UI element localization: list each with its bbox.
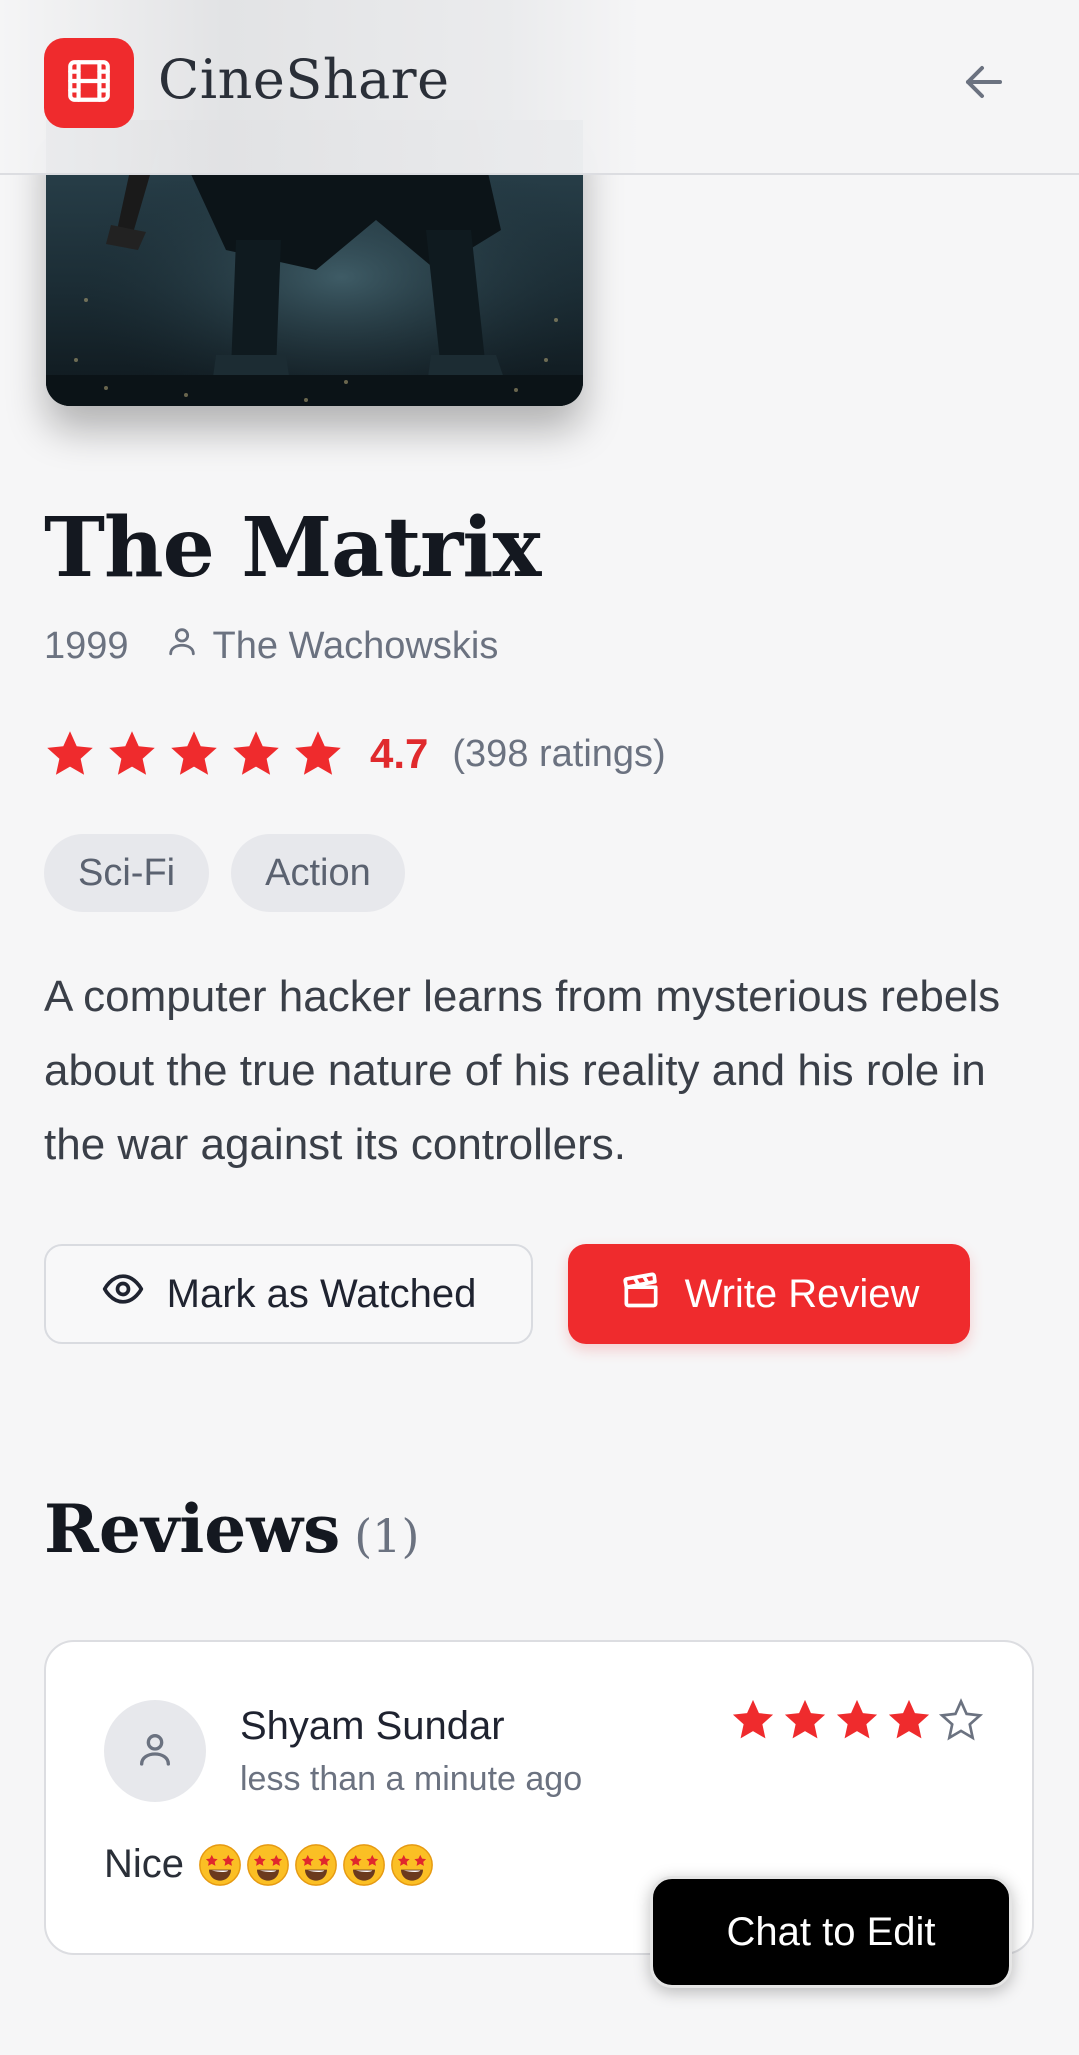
star-filled-icon: [784, 1699, 826, 1739]
movie-meta: 1999 The Wachowskis: [44, 624, 498, 668]
write-review-button[interactable]: Write Review: [568, 1244, 970, 1344]
star-struck-emoji-icon: [295, 1843, 337, 1886]
reviews-title: Reviews: [44, 1490, 341, 1568]
review-timestamp: less than a minute ago: [240, 1760, 583, 1798]
reviewer-name: Shyam Sundar: [240, 1704, 505, 1748]
mark-watched-label: Mark as Watched: [166, 1271, 477, 1316]
rating-stars: [44, 729, 344, 779]
star-struck-emojis: [198, 1843, 434, 1887]
genre-tag[interactable]: Sci-Fi: [44, 834, 210, 912]
star-filled-icon: [47, 731, 93, 775]
eye-icon: [101, 1267, 167, 1321]
logo[interactable]: [44, 38, 134, 128]
star-struck-emoji-icon: [391, 1843, 433, 1886]
review-rating-stars: [730, 1698, 984, 1742]
genre-tag[interactable]: Action: [231, 834, 405, 912]
star-filled-icon: [171, 731, 217, 775]
genre-tags: Sci-Fi Action: [44, 834, 405, 912]
ratings-count: (398 ratings): [452, 732, 666, 775]
movie-rating: 4.7 (398 ratings): [44, 728, 666, 780]
chat-to-edit-button[interactable]: Chat to Edit: [650, 1876, 1012, 1988]
brand-name[interactable]: CineShare: [158, 48, 450, 111]
rating-value: 4.7: [370, 730, 429, 777]
movie-detail-page: CineShare The Matrix 1999 The Wachowskis: [0, 0, 1079, 2055]
star-empty-icon: [938, 1698, 984, 1741]
star-filled-icon: [888, 1699, 930, 1739]
star-filled-icon: [109, 731, 155, 775]
user-icon: [165, 624, 213, 668]
star-filled-icon: [732, 1699, 774, 1739]
star-struck-emoji-icon: [343, 1843, 385, 1886]
write-review-label: Write Review: [684, 1271, 920, 1316]
avatar: [104, 1700, 206, 1802]
star-filled-icon: [295, 731, 341, 775]
reviews-heading: Reviews (1): [44, 1490, 419, 1568]
app-header: CineShare: [0, 0, 1079, 175]
movie-title: The Matrix: [44, 500, 541, 596]
director: The Wachowskis: [165, 624, 499, 668]
review-text: Nice: [104, 1842, 185, 1886]
film-icon: [64, 56, 114, 111]
director-name: The Wachowskis: [212, 624, 499, 667]
mark-watched-button[interactable]: Mark as Watched: [44, 1244, 533, 1344]
back-button[interactable]: [952, 52, 1016, 116]
arrow-left-icon: [960, 58, 1008, 111]
star-filled-icon: [836, 1699, 878, 1739]
review-body: Nice: [104, 1842, 434, 1887]
star-struck-emoji-icon: [199, 1843, 241, 1886]
release-year: 1999: [44, 624, 129, 667]
star-struck-emoji-icon: [247, 1843, 289, 1886]
star-filled-icon: [233, 731, 279, 775]
clapperboard-icon: [619, 1267, 685, 1321]
user-icon: [135, 1729, 175, 1774]
movie-description: A computer hacker learns from mysterious…: [44, 972, 1001, 1169]
reviews-count: (1): [354, 1509, 420, 1563]
